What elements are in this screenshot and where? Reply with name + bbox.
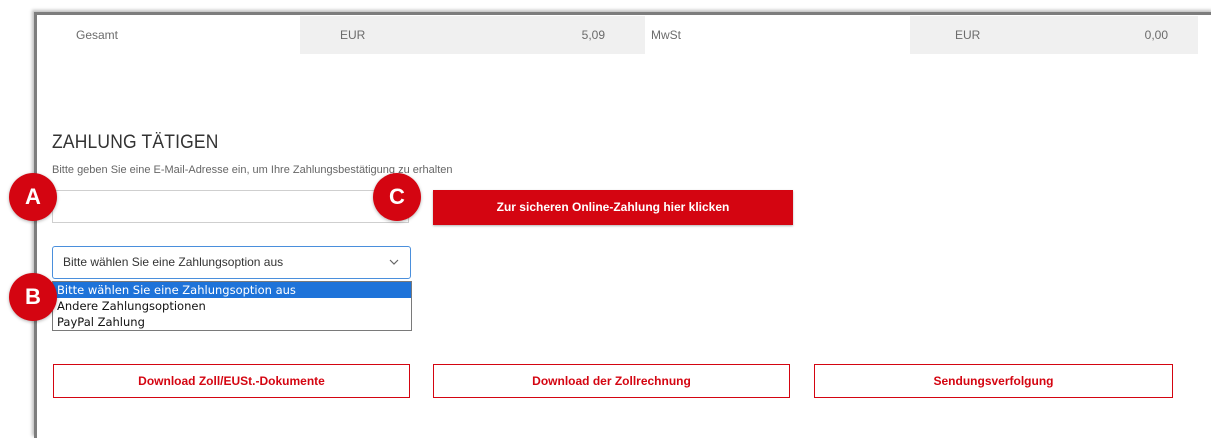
totals-row: Gesamt EUR 5,09 MwSt EUR 0,00 [38,16,1198,54]
mwst-currency: EUR [955,28,981,42]
badge-b: B [9,273,57,321]
badge-a: A [9,173,57,221]
option-paypal[interactable]: PayPal Zahlung [53,314,411,330]
gesamt-cell: Gesamt [38,16,300,54]
mwst-amount-cell: EUR 0,00 [910,16,1198,54]
mwst-value: 0,00 [1144,28,1168,42]
mwst-label: MwSt [651,28,681,42]
download-docs-button[interactable]: Download Zoll/EUSt.-Dokumente [53,364,410,398]
gesamt-value: 5,09 [581,28,605,42]
payment-option-select[interactable]: Bitte wählen Sie eine Zahlungsoption aus [52,246,411,279]
gesamt-label: Gesamt [76,28,119,42]
payment-option-dropdown: Bitte wählen Sie eine Zahlungsoption aus… [52,281,412,331]
online-payment-button[interactable]: Zur sicheren Online-Zahlung hier klicken [433,190,793,225]
payment-option-selected: Bitte wählen Sie eine Zahlungsoption aus [63,255,284,269]
payment-title: ZAHLUNG TÄTIGEN [52,132,219,153]
download-invoice-button[interactable]: Download der Zollrechnung [433,364,790,398]
option-other[interactable]: Andere Zahlungsoptionen [53,298,411,314]
tracking-button[interactable]: Sendungsverfolgung [814,364,1173,398]
gesamt-currency: EUR [340,28,366,42]
badge-c: C [373,173,421,221]
gesamt-amount-cell: EUR 5,09 [300,16,645,54]
email-input[interactable] [52,190,409,223]
option-default[interactable]: Bitte wählen Sie eine Zahlungsoption aus [53,282,411,298]
mwst-cell: MwSt [645,16,910,54]
